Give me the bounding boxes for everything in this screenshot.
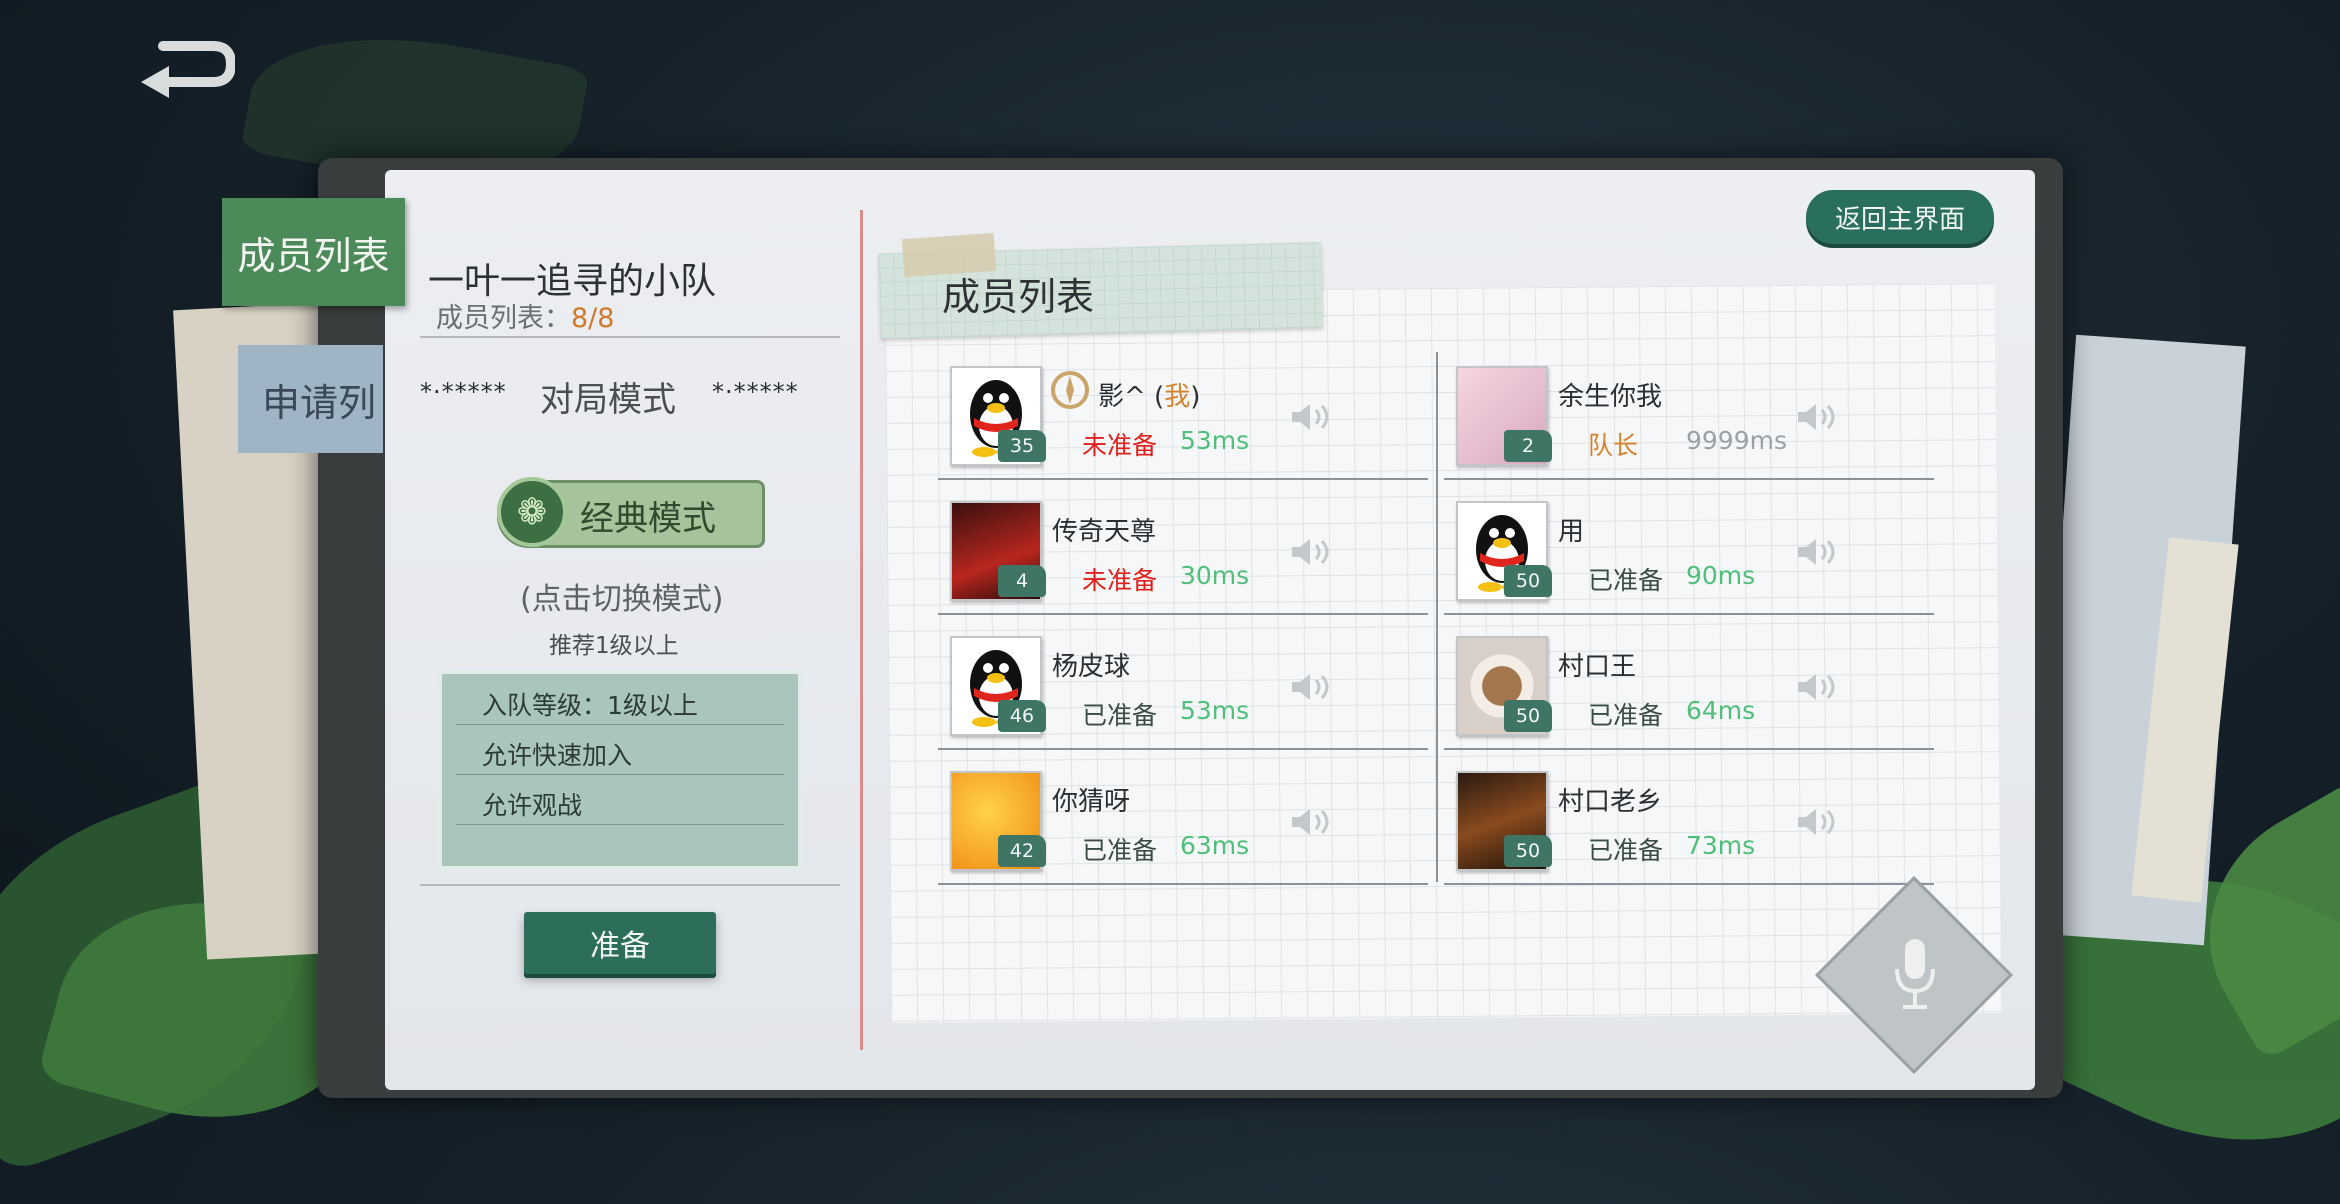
setting-divider (456, 774, 784, 775)
team-settings-box: 入队等级：1级以上 允许快速加入 允许观战 (438, 670, 802, 870)
member-level-badge: 35 (998, 430, 1046, 462)
divider-line (420, 884, 840, 886)
ready-button[interactable]: 准备 (524, 912, 716, 974)
switch-mode-hint: (点击切换模式) (520, 582, 724, 617)
tab-applications[interactable]: 申请列 (238, 345, 383, 453)
member-ping: 9999ms (1686, 426, 1788, 455)
member-name: 杨皮球 (1052, 652, 1131, 682)
card-divider (938, 478, 1428, 480)
member-level-badge: 2 (1504, 430, 1552, 462)
mode-switch-button[interactable]: ❁ 经典模式 (497, 477, 765, 548)
member-name-end: ) (1190, 382, 1201, 412)
recommend-level: 推荐1级以上 (549, 633, 679, 659)
card-divider (938, 883, 1428, 885)
decor-stars-left: *·***** (420, 378, 507, 406)
mode-label: 经典模式 (580, 499, 716, 539)
member-level-badge: 42 (998, 835, 1046, 867)
voice-speaker-icon[interactable] (1288, 537, 1338, 567)
member-card[interactable]: 35 影^ (我) 未准备 53ms (938, 356, 1428, 480)
member-name: 村口王 (1558, 652, 1637, 682)
setting-divider (456, 724, 784, 725)
voice-speaker-icon[interactable] (1288, 807, 1338, 837)
divider-line (420, 336, 840, 338)
setting-join-level: 入队等级：1级以上 (482, 691, 698, 720)
member-level-badge: 50 (1504, 835, 1552, 867)
member-name: 影^ (我) (1098, 376, 1200, 413)
member-card[interactable]: 42 你猜呀已准备 63ms (938, 761, 1428, 885)
swirl-icon: ❁ (497, 477, 567, 547)
back-button[interactable] (135, 38, 235, 104)
member-status: 已准备 (1588, 836, 1664, 865)
member-count-value: 8/8 (571, 303, 615, 334)
member-status: 已准备 (1082, 701, 1158, 730)
return-main-button[interactable]: 返回主界面 (1806, 190, 1994, 244)
member-ping: 53ms (1180, 426, 1250, 455)
mode-title: 对局模式 (540, 380, 676, 420)
member-card[interactable]: 2 余生你我队长 9999ms (1444, 356, 1934, 480)
member-status: 未准备 (1082, 431, 1158, 460)
member-ping: 73ms (1686, 831, 1756, 860)
member-ping: 64ms (1686, 696, 1756, 725)
card-divider (938, 748, 1428, 750)
card-divider (1444, 613, 1934, 615)
setting-quick-join: 允许快速加入 (482, 741, 633, 770)
compass-icon (1050, 370, 1090, 410)
member-level-badge: 50 (1504, 565, 1552, 597)
column-divider (1436, 352, 1438, 882)
member-level-badge: 4 (998, 565, 1046, 597)
voice-speaker-icon[interactable] (1794, 402, 1844, 432)
member-name: 用 (1558, 517, 1585, 547)
member-level-badge: 46 (998, 700, 1046, 732)
voice-speaker-icon[interactable] (1794, 537, 1844, 567)
voice-speaker-icon[interactable] (1288, 402, 1338, 432)
list-title: 成员列表 (942, 275, 1095, 319)
setting-divider (456, 824, 784, 825)
decor-stars-right: *·***** (712, 378, 799, 406)
setting-spectate: 允许观战 (482, 791, 583, 820)
me-marker: 我 (1164, 382, 1191, 412)
voice-speaker-icon[interactable] (1288, 672, 1338, 702)
member-name: 你猜呀 (1052, 787, 1131, 817)
member-name-text: 影^ ( (1098, 382, 1165, 412)
member-card[interactable]: 50 用已准备 90ms (1444, 491, 1934, 615)
member-name: 传奇天尊 (1052, 517, 1157, 547)
card-divider (1444, 478, 1934, 480)
member-level-badge: 50 (1504, 700, 1552, 732)
page-divider (860, 210, 863, 1050)
card-divider (1444, 748, 1934, 750)
tab-member-list[interactable]: 成员列表 (222, 198, 405, 306)
member-ping: 90ms (1686, 561, 1756, 590)
member-status: 队长 (1588, 431, 1639, 460)
voice-speaker-icon[interactable] (1794, 807, 1844, 837)
member-name: 村口老乡 (1558, 787, 1663, 817)
member-count-label: 成员列表： (436, 303, 571, 334)
member-ping: 53ms (1180, 696, 1250, 725)
member-status: 未准备 (1082, 566, 1158, 595)
card-divider (1444, 883, 1934, 885)
member-ping: 63ms (1180, 831, 1250, 860)
member-card[interactable]: 4 传奇天尊未准备 30ms (938, 491, 1428, 615)
member-card[interactable]: 50 村口老乡已准备 73ms (1444, 761, 1934, 885)
member-card[interactable]: 50 村口王已准备 64ms (1444, 626, 1934, 750)
member-card[interactable]: 46 杨皮球已准备 53ms (938, 626, 1428, 750)
member-ping: 30ms (1180, 561, 1250, 590)
member-status: 已准备 (1588, 566, 1664, 595)
card-divider (938, 613, 1428, 615)
member-status: 已准备 (1082, 836, 1158, 865)
member-count: 成员列表：8/8 (436, 296, 614, 335)
voice-speaker-icon[interactable] (1794, 672, 1844, 702)
member-status: 已准备 (1588, 701, 1664, 730)
microphone-icon (1895, 939, 1935, 1009)
member-name: 余生你我 (1558, 382, 1663, 412)
